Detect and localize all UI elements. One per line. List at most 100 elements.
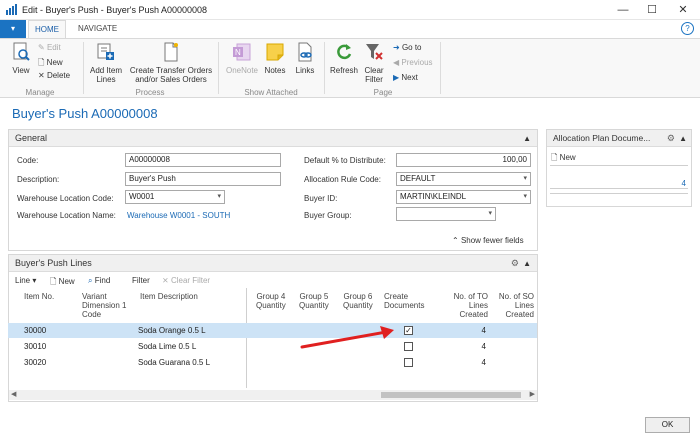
lines-title: Buyer's Push Lines	[15, 258, 92, 268]
create-transfer-orders-button[interactable]: Create Transfer Orders and/or Sales Orde…	[128, 42, 214, 86]
delete-icon: ✕	[38, 71, 45, 80]
item-no-cell: 30020	[24, 358, 47, 367]
tab-home[interactable]: HOME	[28, 20, 66, 38]
onenote-icon: N	[232, 42, 252, 62]
group5-header-line-1: Group 5	[299, 292, 329, 301]
scroll-right-icon[interactable]: ▶	[530, 390, 535, 398]
group5-header-line-2: Quantity	[299, 301, 329, 310]
previous-button[interactable]: ◀ Previous	[393, 58, 433, 67]
filter-button[interactable]: Filter	[132, 276, 150, 285]
table-row[interactable]: 30020 Soda Guarana 0.5 L 4	[8, 355, 537, 370]
links-label: Links	[295, 66, 315, 75]
buyer-id-select[interactable]: MARTIN\KLEINDL ▾	[396, 190, 531, 204]
variant-header-line-3: Code	[82, 310, 102, 319]
line-menu-button[interactable]: Line ▾	[15, 276, 36, 285]
description-field[interactable]: Buyer's Push	[125, 172, 281, 186]
code-field[interactable]: A00000008	[125, 153, 281, 167]
find-button[interactable]: ⌕ Find	[88, 276, 110, 286]
add-item-lines-icon	[96, 42, 116, 62]
frozen-column-divider	[246, 288, 247, 388]
new-icon: 🗋	[38, 58, 45, 67]
edit-button[interactable]: ✎ Edit	[38, 43, 61, 52]
chevron-up-icon: ⌃	[452, 236, 459, 245]
factbox-new-button[interactable]: 🗋 New	[551, 152, 576, 166]
add-item-lines-button[interactable]: Add Item Lines	[87, 42, 125, 86]
chevron-down-icon: ▾	[488, 210, 492, 217]
help-icon[interactable]: ?	[681, 22, 694, 35]
buyer-group-select[interactable]: ▾	[396, 207, 496, 221]
collapse-icon[interactable]: ▲	[679, 130, 687, 147]
edit-label: Edit	[46, 43, 61, 52]
links-button[interactable]: Links	[292, 42, 318, 82]
column-header-group4[interactable]: Group 4 Quantity	[256, 292, 286, 310]
ribbon-separator	[440, 42, 441, 94]
clear-filter-label-2: Filter	[365, 75, 383, 84]
column-header-item-description[interactable]: Item Description	[140, 292, 198, 301]
new-button[interactable]: 🗋 New	[38, 57, 63, 71]
notes-button[interactable]: Notes	[262, 42, 288, 82]
buyer-id-value: MARTIN\KLEINDL	[400, 192, 467, 201]
manage-group-label: Manage	[25, 88, 55, 97]
factbox-header[interactable]: Allocation Plan Docume... ⚙ ▲	[547, 130, 691, 147]
allocation-rule-code-value: DEFAULT	[400, 174, 436, 183]
page-group-label: Page	[373, 88, 393, 97]
to-lines-cell: 4	[481, 326, 486, 335]
edit-icon: ✎	[38, 43, 45, 52]
page-title: Buyer's Push A00000008	[12, 106, 158, 121]
general-header[interactable]: General ▲	[9, 130, 537, 147]
ok-button[interactable]: OK	[645, 417, 690, 433]
column-header-item-no[interactable]: Item No.	[24, 292, 54, 301]
group4-header-line-1: Group 4	[256, 292, 286, 301]
find-label: Find	[94, 276, 111, 285]
delete-button[interactable]: ✕ Delete	[38, 71, 70, 80]
show-attached-group-label: Show Attached	[244, 88, 298, 97]
next-icon: ▶	[393, 73, 400, 82]
tab-navigate[interactable]: NAVIGATE	[72, 20, 123, 38]
scrollbar-thumb[interactable]	[381, 392, 521, 398]
warehouse-location-name-link[interactable]: Warehouse W0001 - SOUTH	[127, 211, 230, 220]
to-header-line-2: Lines	[468, 301, 488, 310]
onenote-button[interactable]: N OneNote	[222, 42, 262, 82]
scroll-left-icon[interactable]: ◀	[11, 390, 16, 398]
next-button[interactable]: ▶ Next	[393, 73, 418, 82]
default-percent-field[interactable]: 100,00	[396, 153, 531, 167]
lines-new-button[interactable]: 🗋 New	[50, 276, 75, 290]
horizontal-scrollbar[interactable]: ◀ ▶	[9, 390, 537, 400]
factbox-value[interactable]: 4	[682, 179, 686, 188]
maximize-button[interactable]: ☐	[638, 2, 666, 18]
show-fewer-fields-button[interactable]: ⌃ Show fewer fields	[452, 236, 524, 245]
chevron-down-icon: ▾	[217, 193, 221, 200]
variant-header-line-1: Variant	[82, 292, 107, 301]
settings-icon[interactable]: ⚙	[667, 130, 675, 147]
column-header-group6[interactable]: Group 6 Quantity	[343, 292, 373, 310]
lines-header[interactable]: Buyer's Push Lines ⚙ ▲	[9, 255, 537, 272]
create-transfer-label-2: and/or Sales Orders	[135, 75, 207, 84]
collapse-icon[interactable]: ▲	[523, 130, 531, 147]
close-button[interactable]: ✕	[669, 2, 697, 18]
previous-icon: ◀	[393, 58, 400, 67]
find-icon: ⌕	[88, 276, 93, 285]
create-documents-checkbox[interactable]	[404, 358, 413, 367]
next-label: Next	[401, 73, 418, 82]
column-header-group5[interactable]: Group 5 Quantity	[299, 292, 329, 310]
settings-icon[interactable]: ⚙	[511, 255, 519, 272]
annotation-arrow	[300, 326, 394, 349]
lines-clear-filter-button[interactable]: ⨯ Clear Filter	[162, 276, 210, 285]
item-no-cell: 30010	[24, 342, 47, 351]
view-button[interactable]: View	[8, 42, 34, 82]
minimize-button[interactable]: —	[609, 2, 637, 18]
collapse-icon[interactable]: ▲	[523, 255, 531, 272]
clear-filter-button[interactable]: Clear Filter	[361, 42, 387, 86]
allocation-rule-code-select[interactable]: DEFAULT ▾	[396, 172, 531, 186]
app-menu-button[interactable]: ▾	[0, 20, 26, 38]
column-header-variant[interactable]: Variant Dimension 1 Code	[82, 292, 126, 319]
refresh-button[interactable]: Refresh	[328, 42, 360, 82]
column-header-to-lines[interactable]: No. of TO Lines Created	[446, 292, 488, 319]
column-header-create-documents[interactable]: Create Documents	[384, 292, 424, 310]
warehouse-location-code-select[interactable]: W0001 ▾	[125, 190, 225, 204]
column-header-so-lines[interactable]: No. of SO Lines Created	[494, 292, 534, 319]
table-row[interactable]: 30010 Soda Lime 0.5 L 4	[8, 339, 537, 354]
table-row[interactable]: 30000 Soda Orange 0.5 L ✓ 4	[8, 323, 537, 338]
go-to-button[interactable]: ➜ Go to	[393, 43, 422, 52]
factbox-row[interactable]: 4	[550, 177, 688, 189]
